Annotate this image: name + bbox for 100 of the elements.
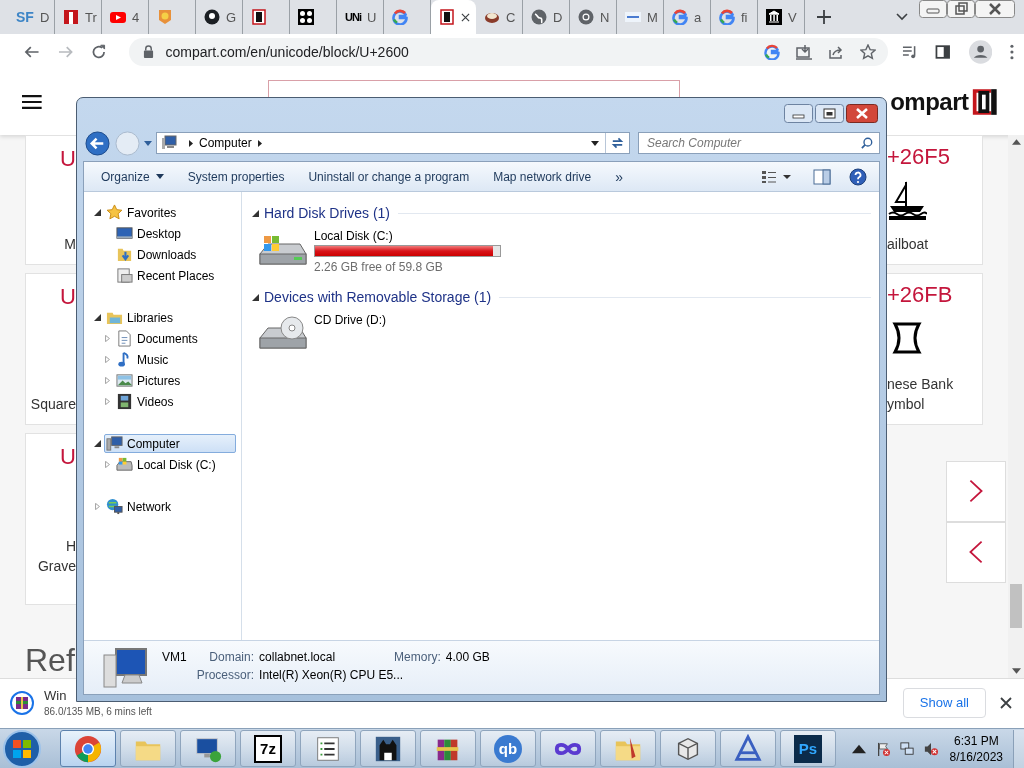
site-logo[interactable]: ompart	[890, 88, 969, 117]
taskbar-button[interactable]: Ps	[780, 730, 836, 767]
address-bar[interactable]: compart.com/en/unicode/block/U+2600	[128, 37, 888, 66]
browser-tab[interactable]	[431, 0, 476, 34]
volume-icon[interactable]	[923, 741, 938, 756]
network-icon[interactable]	[899, 741, 914, 756]
taskbar-button[interactable]: qb	[480, 730, 536, 767]
close-icon[interactable]	[975, 0, 1015, 18]
menu-icon[interactable]	[1010, 43, 1014, 60]
search-icon[interactable]	[861, 137, 873, 149]
minimize-icon[interactable]	[919, 0, 947, 18]
group-header[interactable]: Hard Disk Drives (1)	[264, 205, 390, 221]
ring-icon[interactable]	[763, 43, 780, 60]
expanded-arrow-icon[interactable]	[94, 209, 101, 216]
profile-icon[interactable]	[968, 39, 993, 64]
scroll-up-icon[interactable]	[1011, 138, 1021, 145]
breadcrumb-arrow-icon[interactable]	[257, 139, 262, 147]
character-card[interactable]: U H Grave	[25, 432, 76, 605]
character-name: Grave	[36, 556, 76, 576]
character-card[interactable]: +26F5 ailboat	[887, 134, 983, 265]
close-icon[interactable]	[1000, 696, 1012, 709]
clock-date[interactable]: 8/16/2023	[949, 748, 1003, 765]
breadcrumb-arrow-icon[interactable]	[189, 139, 193, 147]
plus-icon[interactable]	[817, 10, 831, 24]
command-button[interactable]: Organize	[94, 165, 171, 188]
tree-item[interactable]: Videos	[114, 391, 179, 412]
download-status: 86.0/135 MB, 6 mins left	[44, 706, 152, 717]
tree-item[interactable]: Pictures	[114, 370, 186, 391]
character-card[interactable]: +26FB nese Bank ymbol	[887, 272, 983, 425]
flag-icon[interactable]	[875, 741, 890, 756]
command-button[interactable]: System properties	[180, 165, 292, 188]
tree-item[interactable]: Downloads	[114, 244, 202, 265]
expanded-arrow-icon[interactable]	[94, 440, 101, 447]
tree-item[interactable]: Recent Places	[114, 265, 220, 286]
tree-item[interactable]: Network	[104, 497, 236, 516]
tree-item[interactable]: Documents	[114, 328, 203, 349]
taskbar-button[interactable]	[660, 730, 716, 767]
more-commands-button[interactable]: »	[608, 164, 630, 189]
maximize-icon[interactable]	[815, 104, 844, 123]
breadcrumb-item[interactable]: Computer	[199, 136, 252, 150]
command-button[interactable]: Uninstall or change a program	[301, 165, 477, 188]
drive-name[interactable]: Local Disk (C:)	[314, 228, 501, 244]
drive-name[interactable]: CD Drive (D:)	[314, 312, 386, 328]
tree-item[interactable]: Desktop	[114, 223, 187, 244]
tree-item[interactable]: Computer	[104, 434, 236, 453]
tree-item[interactable]: Libraries	[104, 308, 236, 327]
tree-item[interactable]: Local Disk (C:)	[114, 454, 221, 475]
show-all-button[interactable]: Show all	[902, 687, 986, 718]
side-panel-icon[interactable]	[935, 43, 951, 60]
media-icon[interactable]	[901, 43, 918, 60]
banner-icon	[625, 9, 641, 25]
expanded-arrow-icon[interactable]	[252, 209, 259, 217]
computer-icon	[102, 646, 148, 689]
command-button[interactable]: Map network drive	[486, 165, 599, 188]
taskbar-button[interactable]	[180, 730, 236, 767]
reload-icon[interactable]	[91, 43, 107, 60]
close-icon[interactable]	[846, 104, 878, 123]
search-field[interactable]: Search Computer	[638, 132, 880, 154]
taskbar-button[interactable]	[420, 730, 476, 767]
code-point: U	[59, 443, 76, 470]
scrollbar[interactable]	[1008, 134, 1024, 678]
search-field[interactable]	[267, 79, 681, 97]
star-icon[interactable]	[859, 43, 876, 60]
tree-item[interactable]: Music	[114, 349, 174, 370]
expanded-arrow-icon[interactable]	[94, 314, 101, 321]
group-header[interactable]: Devices with Removable Storage (1)	[264, 289, 492, 305]
computer-name: VM1	[162, 650, 187, 664]
dropdown-icon[interactable]	[591, 140, 599, 146]
close-icon[interactable]	[461, 12, 470, 22]
back-button-icon[interactable]	[85, 130, 110, 156]
preview-pane-icon[interactable]	[813, 168, 831, 185]
tab-title: Tr	[85, 9, 97, 25]
tab-title: C	[506, 9, 516, 25]
archive-icon[interactable]	[10, 690, 34, 715]
download-name[interactable]: Win	[44, 688, 67, 703]
character-name: H	[64, 536, 76, 556]
view-options-icon[interactable]	[761, 169, 791, 184]
tree-item[interactable]: Favorites	[104, 203, 236, 222]
history-dropdown-icon[interactable]	[144, 140, 152, 146]
taskbar-button[interactable]	[540, 730, 596, 767]
expanded-arrow-icon[interactable]	[252, 293, 259, 301]
taskbar-button[interactable]	[360, 730, 416, 767]
start-orb-icon[interactable]	[2, 728, 42, 768]
scroll-down-icon[interactable]	[1011, 668, 1021, 674]
install-icon[interactable]	[795, 43, 812, 60]
cd-drive-icon[interactable]	[258, 316, 308, 352]
clock-time[interactable]: 6:31 PM	[953, 732, 999, 749]
address-field[interactable]: Computer	[156, 132, 630, 154]
help-icon[interactable]	[849, 167, 867, 186]
share-icon[interactable]	[827, 43, 844, 60]
restore-icon[interactable]	[947, 0, 975, 18]
bars-icon	[63, 9, 79, 25]
tab-title: V	[788, 9, 797, 25]
menu-icon[interactable]	[22, 94, 42, 111]
scroll-thumb[interactable]	[1010, 584, 1022, 628]
taskbar-button[interactable]: 7z	[240, 730, 296, 767]
chevron-icon[interactable]	[896, 13, 908, 21]
videos-icon	[116, 393, 133, 410]
character-card[interactable]: U M	[25, 134, 76, 265]
character-card[interactable]: U Square	[25, 272, 76, 425]
